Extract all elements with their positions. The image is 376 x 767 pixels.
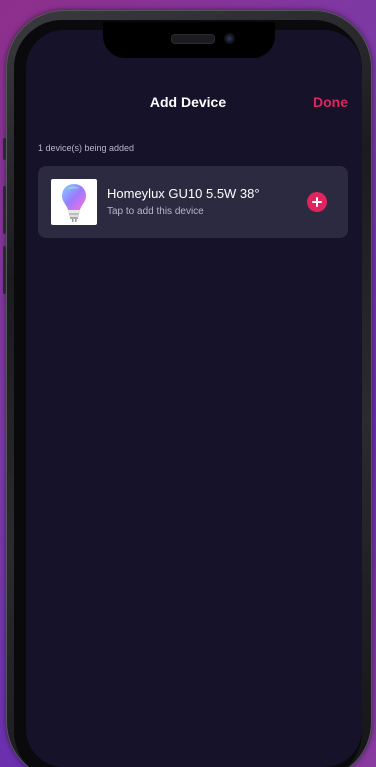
front-camera [224,33,235,44]
volume-up-button [3,186,6,234]
device-name: Homeylux GU10 5.5W 38° [107,186,260,201]
device-thumbnail [51,179,97,225]
device-subtitle: Tap to add this device [107,206,204,217]
adding-status-text: 1 device(s) being added [38,143,135,153]
mute-switch [3,138,6,160]
done-button[interactable]: Done [313,94,348,110]
speaker [171,34,215,44]
bulb-icon [62,184,86,222]
app-screen [26,30,362,767]
add-device-button[interactable] [307,192,327,212]
volume-down-button [3,246,6,294]
device-card[interactable]: Homeylux GU10 5.5W 38° Tap to add this d… [38,166,348,238]
